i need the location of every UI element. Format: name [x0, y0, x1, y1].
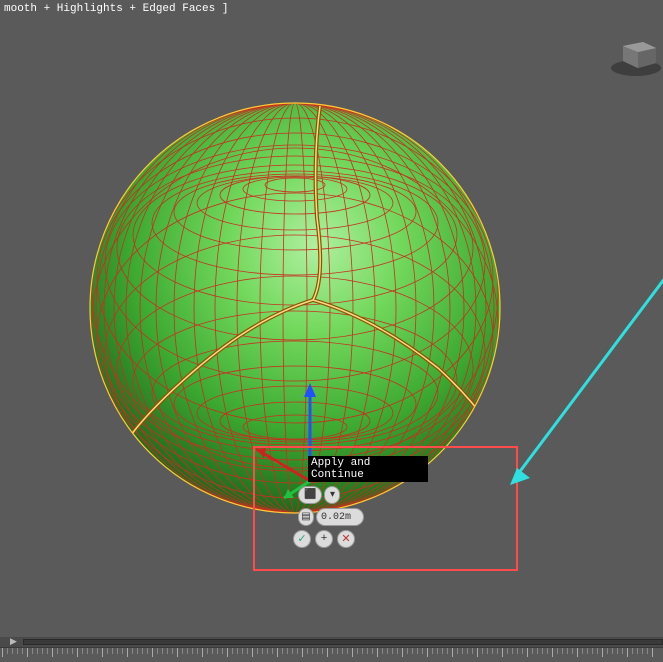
timeline[interactable]: ▶	[0, 637, 663, 662]
viewport[interactable]: Apply and Continue ⬛ ▾ ▤ 0.02m ✓ +	[0, 18, 663, 637]
viewcube-widget[interactable]	[608, 28, 663, 78]
viewport-label: mooth + Highlights + Edged Faces ]	[0, 0, 663, 18]
annotation-rectangle	[253, 446, 518, 571]
timeline-ruler[interactable]	[0, 647, 663, 662]
play-icon[interactable]: ▶	[10, 637, 17, 647]
timeline-track[interactable]	[23, 639, 663, 645]
